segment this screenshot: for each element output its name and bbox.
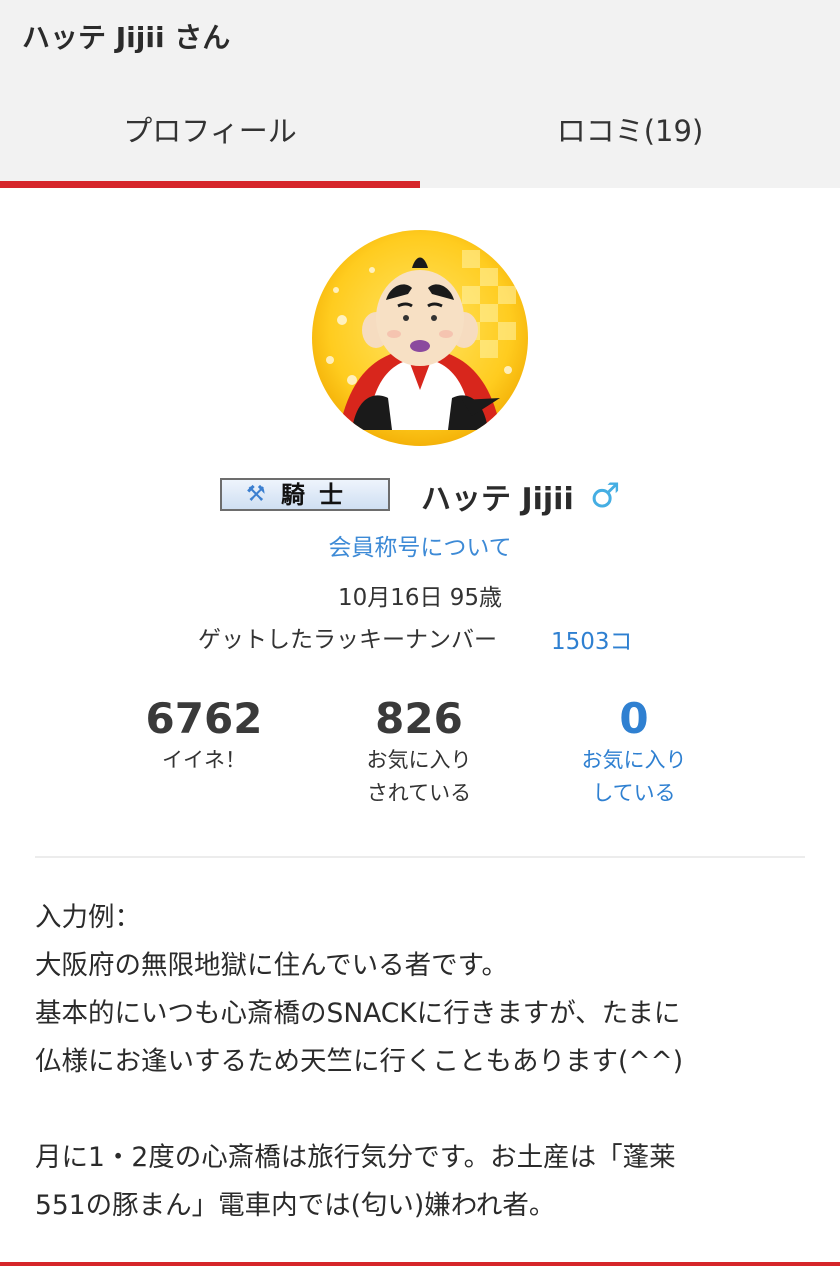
app-header: ハッテ Jijii さん プロフィール ロコミ(19)	[0, 0, 840, 188]
birthday-age: 10月16日 95歳	[337, 585, 503, 611]
rank-info-link[interactable]: 会員称号について	[0, 528, 840, 562]
bio-line: 仏様にお逢いするため天竺に行くこともあります(^^)	[35, 1046, 684, 1077]
stat-value: 6762	[145, 694, 263, 743]
bottom-accent-bar	[0, 1262, 840, 1266]
lucky-number-value[interactable]: 1503コ	[551, 622, 633, 656]
stat-value: 826	[375, 694, 463, 743]
tab-reviews[interactable]: ロコミ(19)	[420, 108, 840, 150]
user-name: ハッテ Jijii	[421, 482, 574, 517]
active-tab-indicator	[0, 181, 420, 188]
rank-badge: ⚒ 騎士	[220, 478, 390, 511]
stat-favorited-by: 826 お気に入り されている	[309, 694, 529, 810]
male-icon: ♂	[590, 476, 621, 516]
tab-profile[interactable]: プロフィール	[0, 108, 420, 150]
bio-line	[35, 1086, 805, 1134]
bio-line: 大阪府の無限地獄に住んでいる者です。	[35, 950, 509, 981]
profile-bio: 入力例： 大阪府の無限地獄に住んでいる者です。 基本的にいつも心斎橋のSNACK…	[35, 894, 805, 1230]
section-divider	[35, 856, 805, 858]
bio-line: 基本的にいつも心斎橋のSNACKに行きますが、たまに	[35, 998, 681, 1029]
bio-line: 月に1・2度の心斎橋は旅行気分です。お土産は「蓬莱	[35, 1142, 676, 1173]
bio-line: 551の豚まん」電車内では(匂い)嫌われ者。	[35, 1190, 556, 1221]
stat-likes: 6762 イイネ！	[94, 694, 314, 777]
stat-label[interactable]: お気に入り している	[524, 744, 744, 810]
rank-badge-label: 騎士	[281, 480, 357, 509]
stat-value[interactable]: 0	[524, 694, 744, 744]
crossed-axes-icon: ⚒	[246, 482, 266, 507]
page-title: ハッテ Jijii さん	[22, 21, 231, 54]
stat-label: イイネ！	[162, 748, 246, 772]
avatar[interactable]	[312, 230, 528, 446]
bio-line: 入力例：	[35, 902, 141, 933]
stat-favoriting[interactable]: 0 お気に入り している	[524, 694, 744, 810]
stat-label: お気に入り されている	[366, 748, 472, 805]
lucky-number-label: ゲットしたラッキーナンバー	[198, 627, 497, 653]
